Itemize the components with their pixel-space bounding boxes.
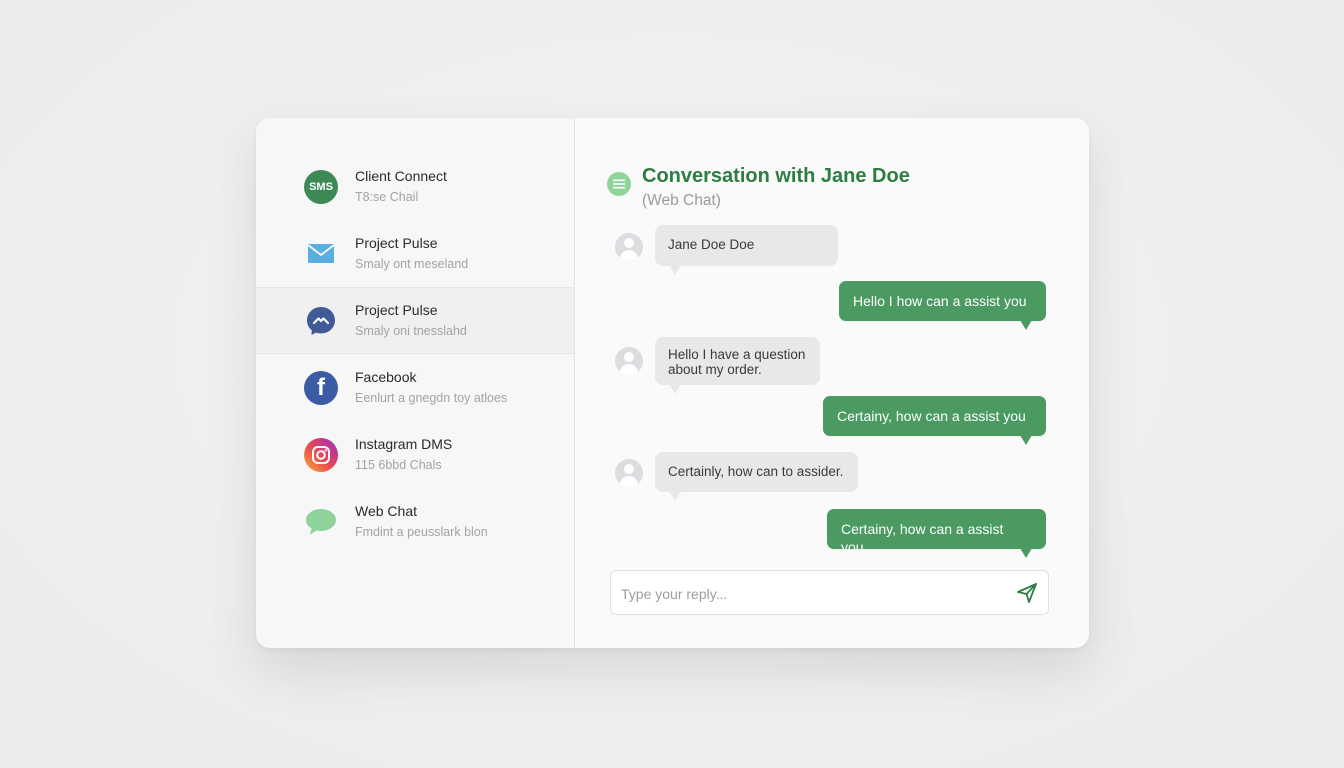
messenger-icon [304, 304, 338, 338]
channel-subtitle: Fmdint a peusslark blon [355, 525, 488, 539]
channel-sidebar: SMS Client Connect T8:se Chail Project P… [256, 118, 575, 648]
channel-item-client-connect[interactable]: SMS Client Connect T8:se Chail [256, 153, 574, 220]
channel-subtitle: Eenlurt a gnegdn toy atloes [355, 391, 508, 405]
envelope-icon [304, 237, 338, 271]
message-text: Hello I how can a assist you [853, 293, 1027, 309]
conversation-title: Conversation with Jane Doe [642, 165, 910, 187]
conversation-channel: (Web Chat) [642, 192, 721, 209]
message-outgoing: Certainy, how can a assist you. [827, 509, 1046, 558]
channel-subtitle: T8:se Chail [355, 190, 419, 204]
avatar-icon [615, 347, 643, 375]
instagram-icon [304, 437, 338, 472]
facebook-icon: f [304, 370, 338, 405]
messaging-window: SMS Client Connect T8:se Chail Project P… [256, 118, 1089, 648]
send-icon[interactable] [1016, 582, 1038, 604]
channel-subtitle: 115 6bbd Chals [355, 458, 442, 472]
menu-lines-icon [607, 172, 631, 196]
sms-badge: SMS [304, 169, 338, 204]
channel-name: Instagram DMS [355, 436, 453, 452]
message-outgoing: Certainy, how can a assist you [823, 396, 1046, 445]
conversation-panel: Conversation with Jane Doe (Web Chat) Ja… [575, 118, 1089, 648]
avatar-icon [615, 459, 643, 487]
message-text: Hello I have a question about my order. [668, 347, 806, 377]
sms-badge-icon: SMS [304, 169, 338, 204]
message-text: Certainy, how can a assist you [837, 408, 1026, 424]
channel-item-project-pulse-messenger[interactable]: Project Pulse Smaly oni tnesslahd [256, 287, 574, 354]
channel-subtitle: Smaly ont meseland [355, 257, 469, 271]
avatar-icon [615, 233, 643, 261]
message-text: Jane Doe Doe [668, 237, 755, 252]
message-incoming: Jane Doe Doe [655, 225, 838, 275]
channel-item-project-pulse-email[interactable]: Project Pulse Smaly ont meseland [256, 220, 574, 287]
message-incoming: Certainly, how can to assider. [655, 452, 858, 501]
message-text: Certainy, how can a assist you. [841, 521, 1004, 555]
channel-item-web-chat[interactable]: Web Chat Fmdint a peusslark blon [256, 488, 574, 555]
channel-item-facebook[interactable]: f Facebook Eenlurt a gnegdn toy atloes [256, 354, 574, 421]
channel-subtitle: Smaly oni tnesslahd [355, 324, 467, 338]
channel-name: Facebook [355, 369, 417, 385]
background: SMS Client Connect T8:se Chail Project P… [0, 0, 1344, 768]
channel-name: Project Pulse [355, 302, 438, 318]
message-incoming: Hello I have a question about my order. [655, 337, 820, 394]
message-text: Certainly, how can to assider. [668, 464, 844, 479]
channel-name: Client Connect [355, 168, 447, 184]
channel-name: Web Chat [355, 503, 417, 519]
conversation-header: Conversation with Jane Doe (Web Chat) [607, 163, 910, 212]
reply-input[interactable] [611, 571, 1003, 616]
message-outgoing: Hello I how can a assist you [839, 281, 1046, 330]
channel-item-instagram[interactable]: Instagram DMS 115 6bbd Chals [256, 421, 574, 488]
reply-box [610, 570, 1049, 616]
chat-bubble-icon [304, 505, 338, 539]
channel-name: Project Pulse [355, 235, 438, 251]
facebook-glyph: f [304, 370, 338, 405]
